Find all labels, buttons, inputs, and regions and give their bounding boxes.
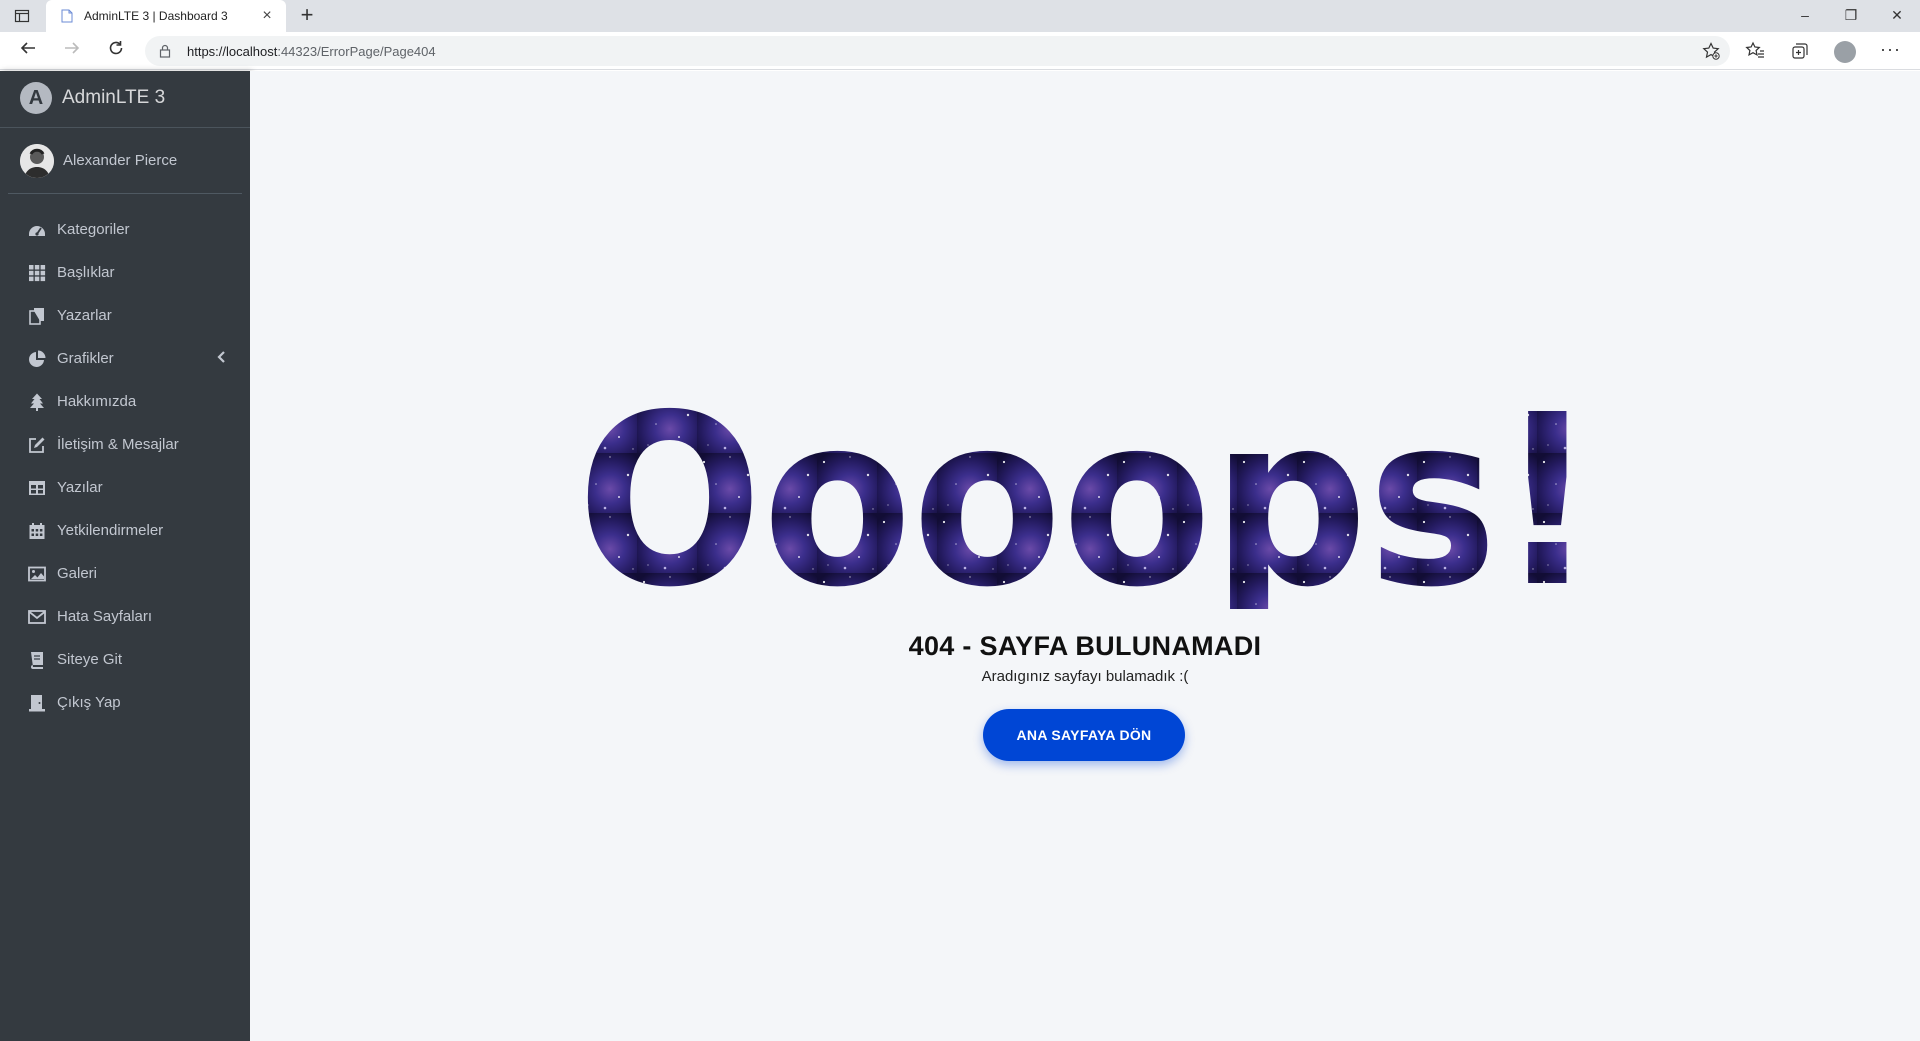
browser-tab-bar: AdminLTE 3 | Dashboard 3 × + – ❐ ✕ [0, 0, 1920, 32]
add-favorite-icon[interactable] [1702, 42, 1720, 60]
tree-icon [30, 393, 44, 411]
sidebar-item-label: İletişim & Mesajlar [57, 436, 179, 453]
arrow-left-icon [20, 42, 35, 54]
sidebar-item-label: Yazarlar [57, 307, 112, 324]
error-subtext: Aradıgınız sayfayı bulamadık :( [981, 668, 1189, 685]
oops-graphic: Oooops! [577, 364, 1597, 639]
edit-icon [29, 437, 45, 453]
tachometer-icon [29, 226, 45, 236]
sidebar-item-label: Grafikler [57, 350, 114, 367]
sidebar-item-kategoriler[interactable]: Kategoriler [8, 208, 242, 251]
sidebar-item-galeri[interactable]: Galeri [8, 552, 242, 595]
sidebar-item-label: Yazılar [57, 479, 103, 496]
user-exit-icon [29, 695, 45, 712]
sidebar-item-yazarlar[interactable]: Yazarlar [8, 294, 242, 337]
brand-text: AdminLTE 3 [62, 87, 166, 108]
arrow-right-icon [65, 42, 80, 54]
calendar-icon [29, 523, 45, 539]
url-text[interactable]: https://localhost:44323/ErrorPage/Page40… [187, 44, 436, 59]
restore-button[interactable]: ❐ [1828, 0, 1874, 32]
address-bar[interactable]: https://localhost:44323/ErrorPage/Page40… [145, 36, 1730, 66]
window-menu-icon[interactable] [14, 8, 30, 24]
user-name: Alexander Pierce [63, 152, 178, 169]
brand-logo-letter: A [28, 87, 44, 109]
browser-navbar: https://localhost:44323/ErrorPage/Page40… [0, 32, 1920, 70]
error-heading: 404 - SAYFA BULUNAMADI [908, 631, 1262, 661]
forward-button[interactable] [60, 39, 84, 63]
sidebar-item-label: Yetkilendirmeler [57, 522, 164, 539]
url-host: https://localhost [187, 44, 278, 59]
browser-tab[interactable]: AdminLTE 3 | Dashboard 3 × [46, 0, 286, 32]
url-path: :44323/ErrorPage/Page404 [277, 44, 436, 59]
sidebar-item-cikis-yap[interactable]: Çıkış Yap [8, 681, 242, 724]
sidebar-item-grafikler[interactable]: Grafikler [8, 337, 242, 380]
sidebar-item-basliklar[interactable]: Başlıklar [8, 251, 242, 294]
copy-icon [29, 308, 44, 325]
oops-galaxy-text: Oooops! [577, 364, 1597, 639]
new-tab-button[interactable]: + [296, 4, 318, 27]
chevron-left-icon [217, 351, 225, 363]
sidebar-item-label: Hata Sayfaları [57, 608, 153, 625]
sidebar: A AdminLTE 3 Alexander Pierce Kategorile… [0, 71, 250, 1041]
user-panel[interactable]: Alexander Pierce [8, 128, 242, 194]
sidebar-item-yazilar[interactable]: Yazılar [8, 466, 242, 509]
main-content: Oooops! 404 - SAYFA BULUNAMADI Aradıgını… [250, 71, 1920, 1041]
brand-logo: A [20, 82, 52, 114]
table-icon [29, 481, 45, 495]
collections-icon[interactable] [1790, 41, 1810, 61]
minimize-button[interactable]: – [1782, 0, 1828, 32]
sidebar-item-label: Çıkış Yap [57, 694, 121, 711]
book-icon [31, 652, 43, 669]
page-favicon-icon [61, 9, 73, 23]
sidebar-item-hata-sayfalari[interactable]: Hata Sayfaları [8, 595, 242, 638]
user-photo-icon [20, 144, 54, 178]
back-to-home-button[interactable]: ANA SAYFAYA DÖN [983, 709, 1185, 761]
more-menu-button[interactable]: ··· [1880, 39, 1901, 60]
image-icon [28, 566, 46, 582]
tab-title: AdminLTE 3 | Dashboard 3 [84, 9, 228, 23]
reload-button[interactable] [104, 39, 128, 63]
sidebar-item-siteye-git[interactable]: Siteye Git [8, 638, 242, 681]
oops-text: Oooops! [577, 393, 1597, 609]
sidebar-item-label: Siteye Git [57, 651, 123, 668]
favorites-icon[interactable] [1745, 41, 1765, 61]
brand-link[interactable]: A AdminLTE 3 [0, 71, 250, 128]
envelope-icon [28, 610, 46, 624]
sidebar-item-iletisim-mesajlar[interactable]: İletişim & Mesajlar [8, 423, 242, 466]
lock-icon[interactable] [159, 44, 171, 58]
profile-avatar-icon[interactable] [1834, 41, 1856, 63]
sidebar-item-label: Hakkımızda [57, 393, 137, 410]
back-button[interactable] [16, 39, 40, 63]
pie-chart-icon [29, 350, 46, 367]
sidebar-item-yetkilendirmeler[interactable]: Yetkilendirmeler [8, 509, 242, 552]
sidebar-menu: Kategoriler Başlıklar Yazarlar Grafikler… [8, 208, 242, 724]
reload-icon [109, 41, 123, 55]
user-avatar [20, 144, 54, 178]
grid-icon [29, 265, 46, 282]
close-window-button[interactable]: ✕ [1874, 0, 1920, 32]
sidebar-item-label: Başlıklar [57, 264, 115, 281]
tab-close-icon[interactable]: × [258, 7, 276, 25]
sidebar-item-label: Kategoriler [57, 221, 130, 238]
sidebar-item-label: Galeri [57, 565, 98, 582]
sidebar-item-hakkimizda[interactable]: Hakkımızda [8, 380, 242, 423]
